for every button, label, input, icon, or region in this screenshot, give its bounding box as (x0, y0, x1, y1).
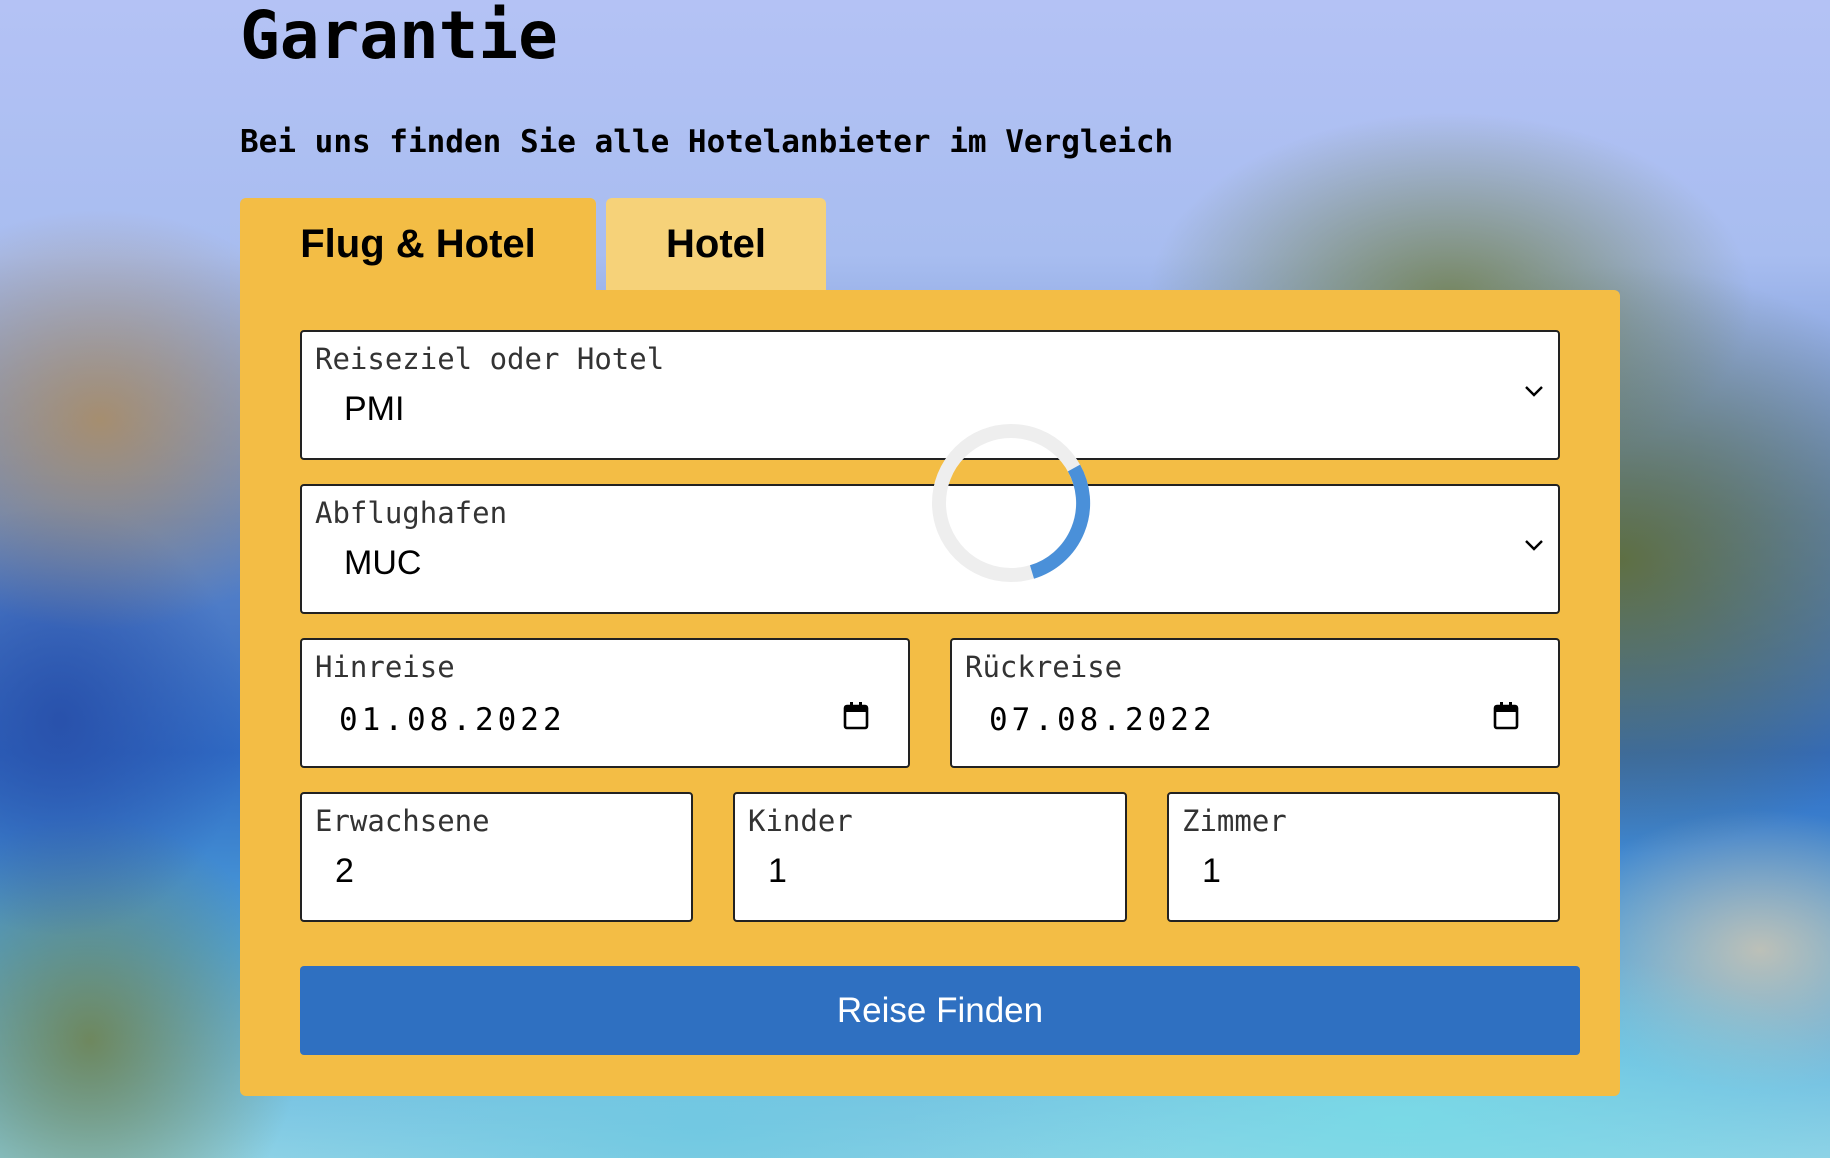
children-label: Kinder (748, 804, 853, 838)
outbound-date-field[interactable]: Hinreise 01.08.2022 (300, 638, 910, 768)
adults-field[interactable]: Erwachsene 2 (300, 792, 693, 922)
adults-label: Erwachsene (315, 804, 490, 838)
rooms-value: 1 (1202, 852, 1221, 890)
chevron-down-icon (1525, 540, 1543, 551)
adults-value: 2 (335, 852, 354, 890)
tab-flug-hotel[interactable]: Flug & Hotel (240, 198, 596, 290)
calendar-icon[interactable] (1492, 701, 1520, 731)
return-date-label: Rückreise (965, 650, 1123, 684)
calendar-icon[interactable] (842, 701, 870, 731)
chevron-down-icon (1525, 386, 1543, 397)
page-subtitle: Bei uns finden Sie alle Hotelanbieter im… (240, 124, 1174, 160)
tab-hotel-label: Hotel (666, 221, 766, 266)
destination-label: Reiseziel oder Hotel (315, 342, 665, 376)
outbound-date-value: 01.08.2022 (339, 702, 566, 738)
children-field[interactable]: Kinder 1 (733, 792, 1127, 922)
tab-hotel[interactable]: Hotel (606, 198, 826, 290)
rooms-label: Zimmer (1182, 804, 1287, 838)
return-date-value: 07.08.2022 (989, 702, 1216, 738)
tab-flug-hotel-label: Flug & Hotel (300, 221, 536, 266)
departure-airport-label: Abflughafen (315, 496, 508, 530)
departure-airport-value: MUC (344, 544, 422, 582)
page-title: Garantie (240, 0, 558, 74)
destination-value: PMI (344, 390, 405, 428)
search-form-panel: Reiseziel oder Hotel PMI Abflughafen MUC… (240, 290, 1620, 1096)
rooms-field[interactable]: Zimmer 1 (1167, 792, 1560, 922)
outbound-date-label: Hinreise (315, 650, 455, 684)
children-value: 1 (768, 852, 787, 890)
find-trip-button[interactable]: Reise Finden (300, 966, 1580, 1055)
return-date-field[interactable]: Rückreise 07.08.2022 (950, 638, 1560, 768)
loading-spinner-icon (932, 424, 1091, 582)
